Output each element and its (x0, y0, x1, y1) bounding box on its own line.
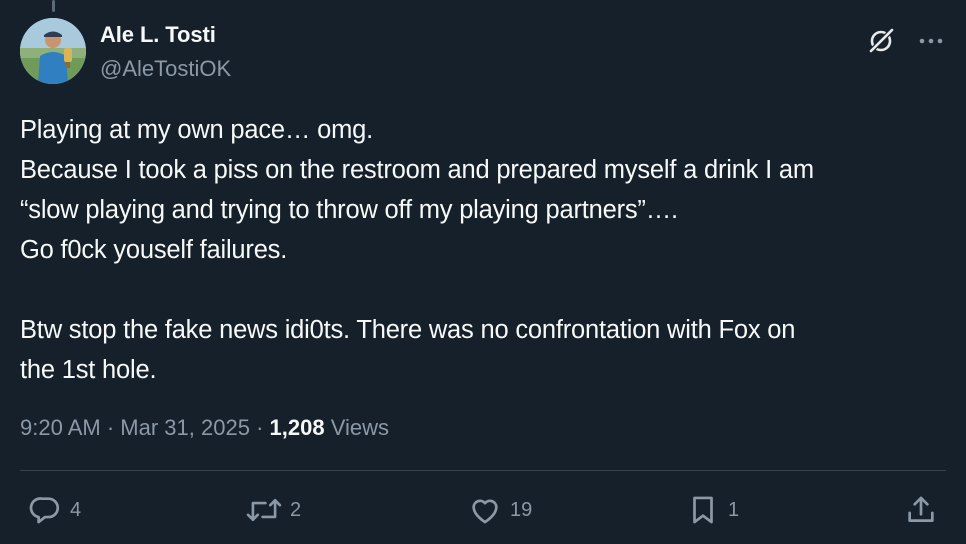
retweet-icon (246, 493, 282, 527)
meta-separator: · (256, 415, 264, 440)
views-label: Views (330, 415, 389, 440)
user-handle[interactable]: @AleTostiOK (100, 54, 231, 84)
tweet-header: Ale L. Tosti @AleTostiOK (20, 18, 946, 88)
reply-count: 4 (70, 498, 82, 521)
tweet-line: Go f0ck youself failures. (20, 236, 288, 264)
profile-photo-icon (20, 18, 86, 84)
heart-icon (468, 493, 502, 527)
meta-separator: · (106, 415, 115, 440)
user-meta: Ale L. Tosti @AleTostiOK (100, 20, 231, 84)
tweet-line: Btw stop the fake news idi0ts. There was… (20, 316, 796, 344)
views-count[interactable]: 1,208 (270, 415, 325, 440)
divider (20, 470, 946, 471)
like-button[interactable]: 19 (468, 488, 532, 532)
reply-button[interactable]: 4 (28, 488, 81, 532)
share-icon (904, 493, 938, 527)
more-icon[interactable] (916, 28, 946, 54)
grok-icon[interactable] (866, 26, 896, 56)
bookmark-button[interactable]: 1 (686, 488, 739, 532)
tweet-blank-line (20, 270, 940, 310)
tweet-line: “slow playing and trying to throw off my… (20, 196, 678, 224)
thread-connector (52, 0, 55, 12)
tweet-line: Playing at my own pace… omg. (20, 116, 373, 144)
tweet-meta: 9:20 AM · Mar 31, 2025 · 1,208 Views (20, 410, 389, 446)
bookmark-icon (686, 493, 720, 527)
retweet-button[interactable]: 2 (246, 488, 301, 532)
retweet-count: 2 (290, 498, 302, 521)
tweet-date[interactable]: Mar 31, 2025 (120, 415, 250, 440)
tweet-time[interactable]: 9:20 AM (20, 415, 101, 440)
reply-icon (28, 493, 62, 527)
display-name[interactable]: Ale L. Tosti (100, 20, 231, 50)
bookmark-count: 1 (728, 498, 740, 521)
action-bar: 4 2 19 1 (20, 488, 946, 532)
tweet-text: Playing at my own pace… omg. Because I t… (20, 110, 940, 390)
avatar[interactable] (20, 18, 86, 84)
tweet-line: Because I took a piss on the restroom an… (20, 156, 814, 184)
like-count: 19 (510, 498, 533, 521)
tweet-line: the 1st hole. (20, 356, 157, 384)
share-button[interactable] (904, 488, 938, 532)
